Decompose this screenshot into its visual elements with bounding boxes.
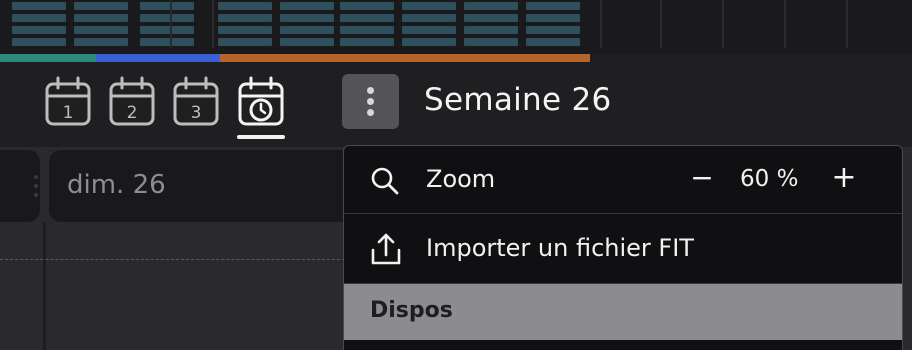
day-view-button[interactable]: 1: [42, 74, 92, 134]
progress-segment-2: [96, 54, 220, 62]
kebab-menu-icon: [367, 109, 374, 116]
calendar-cell: [280, 38, 334, 46]
kebab-menu-icon: [367, 87, 374, 94]
previous-day-header[interactable]: [0, 150, 40, 222]
calendar-number: 2: [127, 103, 138, 123]
options-menu: Zoom − 60 % + Importer un fichier FIT Di…: [343, 145, 903, 350]
progress-segment-3: [220, 54, 590, 62]
calendar-cell: [280, 2, 334, 10]
calendar-cell: [402, 2, 456, 10]
calendar-cell: [526, 38, 580, 46]
upload-icon: [371, 233, 401, 265]
calendar-cell: [74, 14, 128, 22]
calendar-number: 1: [63, 103, 74, 123]
calendar-cell: [464, 14, 518, 22]
calendar-cell: [340, 38, 394, 46]
more-options-button[interactable]: [342, 74, 399, 129]
calendar-cell: [74, 26, 128, 34]
calendar-cell: [140, 38, 194, 46]
day-header[interactable]: dim. 26: [49, 150, 349, 222]
calendar-cell: [218, 14, 272, 22]
calendar-cell: [74, 2, 128, 10]
calendar-gridline: [846, 0, 848, 48]
calendar-clock-icon: [238, 76, 284, 126]
calendar-strip: [0, 0, 912, 54]
zoom-value: 60 %: [740, 166, 799, 192]
hour-line: [0, 259, 345, 260]
calendar-cell: [140, 14, 194, 22]
kebab-menu-icon: [367, 98, 374, 105]
zoom-out-button[interactable]: −: [688, 164, 716, 192]
menu-section-dispos: Dispos: [344, 284, 902, 340]
calendar-cell: [12, 2, 66, 10]
calendar-3-icon: 3: [173, 76, 219, 126]
calendar-cell: [74, 38, 128, 46]
calendar-gridline: [722, 0, 724, 48]
week-title: Semaine 26: [424, 82, 612, 118]
calendar-2-icon: 2: [109, 76, 155, 126]
active-view-indicator: [237, 135, 285, 139]
calendar-gridline: [212, 0, 214, 48]
calendar-cell: [464, 38, 518, 46]
section-label: Dispos: [370, 298, 453, 323]
calendar-cell: [280, 26, 334, 34]
app-root: 1 2 3 Semaine 26 dim. 26 Zoom − 60 % + I…: [0, 0, 912, 350]
calendar-cell: [140, 26, 194, 34]
calendar-gridline: [784, 0, 786, 48]
calendar-cells: [0, 0, 600, 48]
two-day-view-button[interactable]: 2: [106, 74, 156, 134]
calendar-cell: [12, 26, 66, 34]
calendar-cell: [280, 14, 334, 22]
day-label: dim. 26: [67, 170, 166, 200]
menu-item-import-fit[interactable]: Importer un fichier FIT: [344, 214, 902, 284]
calendar-cell: [526, 26, 580, 34]
search-icon: [371, 167, 399, 195]
calendar-cell: [402, 26, 456, 34]
calendar-cell: [402, 38, 456, 46]
calendar-1-icon: 1: [45, 76, 91, 126]
calendar-cell: [218, 38, 272, 46]
calendar-cell: [464, 26, 518, 34]
zoom-label: Zoom: [426, 165, 496, 193]
calendar-number: 3: [191, 103, 202, 123]
column-divider: [43, 222, 46, 350]
zoom-in-button[interactable]: +: [830, 163, 858, 193]
week-view-button[interactable]: [235, 74, 285, 134]
calendar-cell: [218, 2, 272, 10]
drag-handle-icon[interactable]: [34, 174, 38, 198]
progress-segment-1: [0, 54, 96, 62]
three-day-view-button[interactable]: 3: [170, 74, 220, 134]
calendar-cell: [464, 2, 518, 10]
calendar-cell: [340, 14, 394, 22]
calendar-cell: [218, 26, 272, 34]
calendar-gridline: [660, 0, 662, 48]
calendar-gridline: [170, 0, 172, 48]
calendar-cell: [526, 14, 580, 22]
menu-item-zoom: Zoom − 60 % +: [344, 146, 902, 214]
calendar-cell: [340, 26, 394, 34]
calendar-cell: [12, 14, 66, 22]
calendar-gridline: [600, 0, 602, 48]
import-label: Importer un fichier FIT: [426, 234, 694, 262]
calendar-cell: [526, 2, 580, 10]
calendar-cell: [402, 14, 456, 22]
calendar-cell: [340, 2, 394, 10]
calendar-cell: [140, 2, 194, 10]
calendar-cell: [12, 38, 66, 46]
